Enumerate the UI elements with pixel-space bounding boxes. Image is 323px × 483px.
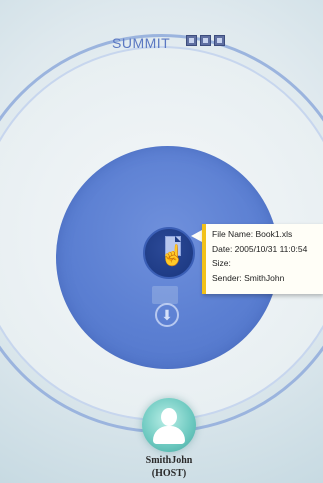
minimize-icon[interactable] — [186, 35, 197, 46]
user-icon-body — [153, 426, 185, 444]
download-icon[interactable]: ⬇ — [155, 303, 179, 327]
close-icon[interactable] — [214, 35, 225, 46]
host-role: (HOST) — [151, 468, 187, 479]
host-name: SmithJohn — [145, 455, 193, 466]
file-drop-placeholder — [152, 286, 178, 304]
window-controls — [186, 35, 225, 46]
app-title: SUMMIT — [112, 35, 171, 51]
file-name-line: File Name: Book1.xls — [212, 229, 293, 239]
user-icon-head — [161, 408, 177, 426]
file-sender-line: Sender: SmithJohn — [212, 272, 285, 283]
tooltip-arrow — [191, 230, 202, 242]
maximize-icon[interactable] — [200, 35, 211, 46]
hand-cursor-icon: ☝ — [160, 245, 185, 267]
file-info-tooltip: File Name: Book1.xls Date: 2005/10/31 11… — [202, 224, 323, 294]
file-size-line: Size: — [212, 258, 231, 268]
summit-window: SUMMIT ☝ ⬇ File Name: Book1.xls Date: 20… — [0, 0, 323, 483]
file-date-line: Date: 2005/10/31 11:0:54 — [212, 243, 308, 254]
